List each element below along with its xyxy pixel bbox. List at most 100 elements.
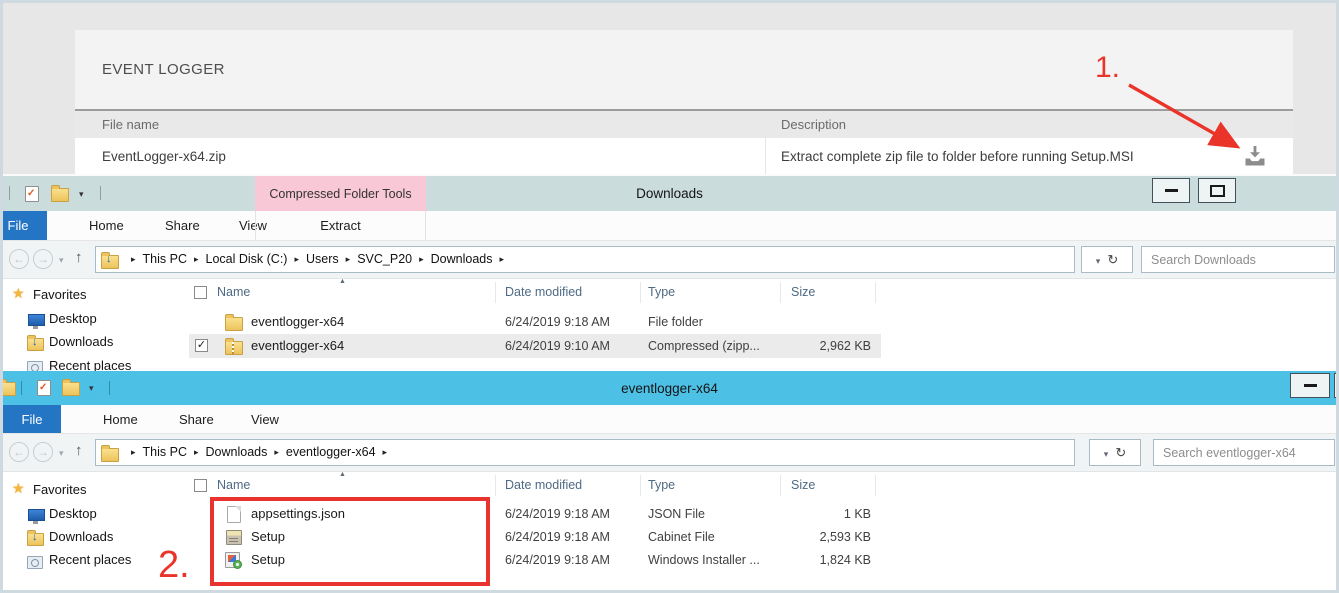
file-row[interactable]: eventlogger-x64 6/24/2019 9:18 AM File f… xyxy=(3,310,1336,334)
window2-address-bar: ← → ▾ ↑ ▸ This PC ▸ Downloads ▸ eventlogger-x… xyxy=(3,434,1336,472)
select-all-checkbox[interactable] xyxy=(194,479,207,492)
window1-ribbon-tabs: File Home Share View Extract xyxy=(3,211,1336,241)
tab-share[interactable]: Share xyxy=(179,405,214,433)
separator xyxy=(9,186,10,200)
history-dropdown-icon[interactable]: ▾ xyxy=(59,255,64,266)
maximize-button[interactable] xyxy=(1198,178,1236,203)
crumb-users[interactable]: Users xyxy=(306,252,339,266)
new-folder-icon[interactable] xyxy=(51,188,69,202)
column-divider xyxy=(495,282,496,303)
back-button[interactable]: ← xyxy=(9,249,29,269)
file-size: 1,824 KB xyxy=(791,548,871,572)
annotation-highlight-box xyxy=(210,497,490,586)
quick-access-dropdown-icon[interactable]: ▾ xyxy=(89,383,94,394)
window2-title: eventlogger-x64 xyxy=(3,371,1336,405)
tab-view[interactable]: View xyxy=(251,405,279,433)
file-date: 6/24/2019 9:18 AM xyxy=(505,502,610,526)
history-dropdown-icon[interactable]: ▾ xyxy=(59,448,64,459)
downloads-folder-icon xyxy=(27,338,44,351)
crumb-separator-icon: ▸ xyxy=(194,447,199,457)
separator xyxy=(100,186,101,200)
file-type: Cabinet File xyxy=(648,525,715,549)
crumb-separator-icon: ▸ xyxy=(274,447,279,457)
column-divider xyxy=(495,475,496,496)
file-row-selected[interactable]: ✓ eventlogger-x64 6/24/2019 9:10 AM Comp… xyxy=(189,334,881,358)
search-input[interactable] xyxy=(1153,439,1335,466)
file-date: 6/24/2019 9:18 AM xyxy=(505,548,610,572)
column-file-name: File name xyxy=(102,111,159,138)
forward-button[interactable]: → xyxy=(33,442,53,462)
tab-share[interactable]: Share xyxy=(165,211,200,240)
column-date-modified[interactable]: Date modified xyxy=(505,474,582,497)
sidebar-item-recent-places[interactable]: Recent places xyxy=(49,358,131,371)
maximize-button[interactable] xyxy=(1334,373,1336,398)
crumb-downloads[interactable]: Downloads xyxy=(431,252,493,266)
crumb-separator-icon: ▸ xyxy=(131,254,136,264)
file-date: 6/24/2019 9:18 AM xyxy=(505,310,610,334)
file-type: File folder xyxy=(648,310,703,334)
sort-ascending-icon: ▲ xyxy=(339,278,346,285)
list-column-headers: Name ▲ Date modified Type Size xyxy=(189,281,1328,304)
column-divider xyxy=(875,475,876,496)
file-row[interactable]: Setup 6/24/2019 9:18 AM Cabinet File 2,5… xyxy=(3,525,1336,549)
refresh-box[interactable]: ▾↻ xyxy=(1089,439,1141,466)
tab-home[interactable]: Home xyxy=(89,211,124,240)
tab-file[interactable]: File xyxy=(3,211,47,240)
quick-access-dropdown-icon[interactable]: ▾ xyxy=(79,189,84,200)
select-all-checkbox[interactable] xyxy=(194,286,207,299)
crumb-this-pc[interactable]: This PC xyxy=(143,252,187,266)
file-name-cell: EventLogger-x64.zip xyxy=(102,138,226,175)
search-input[interactable] xyxy=(1141,246,1335,273)
column-date-modified[interactable]: Date modified xyxy=(505,281,582,304)
address-box[interactable]: ▸This PC▸Downloads▸eventlogger-x64▸ xyxy=(95,439,1075,466)
tab-file[interactable]: File xyxy=(3,405,61,433)
crumb-local-disk[interactable]: Local Disk (C:) xyxy=(206,252,288,266)
file-row[interactable]: Setup 6/24/2019 9:18 AM Windows Installe… xyxy=(3,548,1336,572)
column-name[interactable]: Name xyxy=(217,281,250,304)
minimize-button[interactable] xyxy=(1290,373,1330,398)
column-divider xyxy=(765,138,766,175)
file-size: 1 KB xyxy=(791,502,871,526)
address-dropdown-icon[interactable]: ▾ xyxy=(1096,256,1101,266)
back-button[interactable]: ← xyxy=(9,442,29,462)
refresh-icon[interactable]: ↻ xyxy=(1115,445,1126,460)
tab-home[interactable]: Home xyxy=(103,405,138,433)
contextual-tab-label: Compressed Folder Tools xyxy=(255,176,426,211)
column-size[interactable]: Size xyxy=(791,281,815,304)
refresh-box[interactable]: ▾↻ xyxy=(1081,246,1133,273)
new-folder-icon[interactable] xyxy=(62,382,80,396)
up-button[interactable]: ↑ xyxy=(75,442,83,459)
refresh-icon[interactable]: ↻ xyxy=(1107,252,1118,267)
breadcrumb: ▸This PC▸Local Disk (C:)▸Users▸SVC_P20▸D… xyxy=(124,247,511,272)
file-row[interactable]: appsettings.json 6/24/2019 9:18 AM JSON … xyxy=(3,502,1336,526)
column-size[interactable]: Size xyxy=(791,474,815,497)
properties-icon[interactable] xyxy=(37,380,51,396)
file-size: 2,593 KB xyxy=(791,525,871,549)
window1-titlebar: ▾ Compressed Folder Tools Downloads xyxy=(3,176,1336,211)
row-checkbox-checked[interactable]: ✓ xyxy=(195,339,208,352)
column-type[interactable]: Type xyxy=(648,474,675,497)
forward-button[interactable]: → xyxy=(33,249,53,269)
folder-icon xyxy=(3,382,16,396)
crumb-separator-icon: ▸ xyxy=(131,447,136,457)
column-type[interactable]: Type xyxy=(648,281,675,304)
crumb-svc-p20[interactable]: SVC_P20 xyxy=(357,252,412,266)
file-date: 6/24/2019 9:18 AM xyxy=(505,525,610,549)
download-icon[interactable] xyxy=(1243,146,1267,167)
column-name[interactable]: Name xyxy=(217,474,250,497)
up-button[interactable]: ↑ xyxy=(75,249,83,266)
tab-extract[interactable]: Extract xyxy=(320,211,360,240)
column-divider xyxy=(640,282,641,303)
crumb-downloads[interactable]: Downloads xyxy=(206,445,268,459)
table-row: EventLogger-x64.zip Extract complete zip… xyxy=(75,138,1293,175)
crumb-this-pc[interactable]: This PC xyxy=(143,445,187,459)
address-dropdown-icon[interactable]: ▾ xyxy=(1104,449,1109,459)
minimize-button[interactable] xyxy=(1152,178,1190,203)
window1-title: Downloads xyxy=(3,176,1336,211)
properties-icon[interactable] xyxy=(25,186,39,202)
crumb-eventlogger-x64[interactable]: eventlogger-x64 xyxy=(286,445,376,459)
sidebar-item-downloads[interactable]: Downloads xyxy=(49,334,113,349)
column-divider xyxy=(780,475,781,496)
address-box[interactable]: ▸This PC▸Local Disk (C:)▸Users▸SVC_P20▸D… xyxy=(95,246,1075,273)
crumb-separator-icon: ▸ xyxy=(294,254,299,264)
